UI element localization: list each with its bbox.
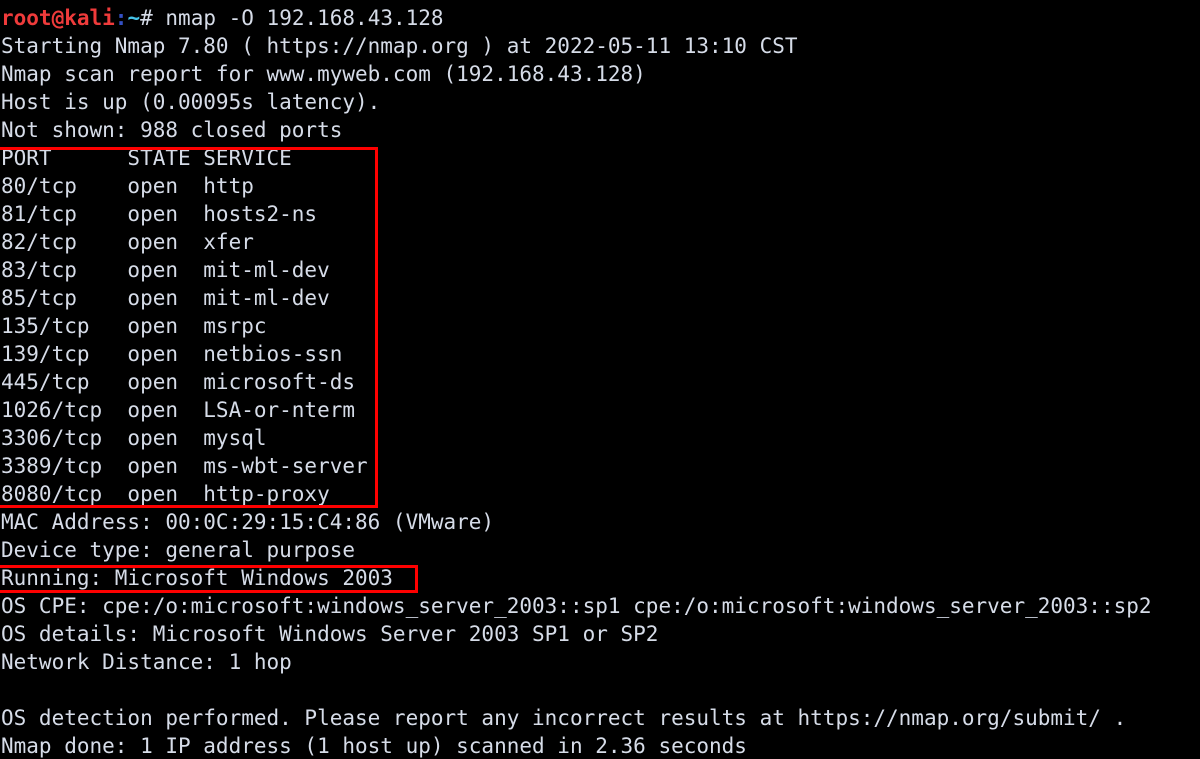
port-table-row: 82/tcp open xfer	[1, 230, 254, 254]
output-line-starting-nmap: Starting Nmap 7.80 ( https://nmap.org ) …	[1, 34, 798, 58]
port-table-header: PORT STATE SERVICE	[1, 146, 292, 170]
output-line-running-os: Running: Microsoft Windows 2003	[1, 566, 393, 590]
port-table-row: 445/tcp open microsoft-ds	[1, 370, 356, 394]
prompt-line: root@kali:~# nmap -O 192.168.43.128	[0, 4, 1200, 32]
output-line-host-up: Host is up (0.00095s latency).	[1, 90, 381, 114]
output-line-os-detection-note: OS detection performed. Please report an…	[1, 706, 1127, 730]
command-text: nmap -O 192.168.43.128	[152, 6, 444, 30]
output-line-nmap-done: Nmap done: 1 IP address (1 host up) scan…	[1, 734, 747, 758]
port-table-row: 1026/tcp open LSA-or-nterm	[1, 398, 356, 422]
prompt-path: ~	[127, 6, 141, 30]
port-table-row: 83/tcp open mit-ml-dev	[1, 258, 330, 282]
port-table-row: 81/tcp open hosts2-ns	[1, 202, 318, 226]
port-table-row: 85/tcp open mit-ml-dev	[1, 286, 330, 310]
terminal-output: root@kali:~# nmap -O 192.168.43.128 Star…	[0, 4, 1200, 759]
output-line-device-type: Device type: general purpose	[1, 538, 356, 562]
output-line-blank	[0, 676, 1200, 704]
prompt-sigil: #	[140, 6, 153, 30]
output-line-network-distance: Network Distance: 1 hop	[1, 650, 292, 674]
prompt-colon: :	[114, 6, 128, 30]
output-line-mac-address: MAC Address: 00:0C:29:15:C4:86 (VMware)	[1, 510, 495, 534]
port-table-row: 3389/tcp open ms-wbt-server	[1, 454, 368, 478]
port-table-row: 80/tcp open http	[1, 174, 254, 198]
output-line-scan-report: Nmap scan report for www.myweb.com (192.…	[1, 62, 646, 86]
output-line-os-cpe: OS CPE: cpe:/o:microsoft:windows_server_…	[1, 594, 1152, 618]
port-table-row: 139/tcp open netbios-ssn	[1, 342, 343, 366]
output-line-os-details: OS details: Microsoft Windows Server 200…	[1, 622, 659, 646]
output-line-not-shown: Not shown: 988 closed ports	[1, 118, 343, 142]
port-table-row: 135/tcp open msrpc	[1, 314, 267, 338]
terminal-window[interactable]: root@kali:~# nmap -O 192.168.43.128 Star…	[0, 0, 1200, 759]
prompt-user-host: root@kali	[1, 6, 115, 30]
port-table-row: 8080/tcp open http-proxy	[1, 482, 330, 506]
port-table-row: 3306/tcp open mysql	[1, 426, 267, 450]
